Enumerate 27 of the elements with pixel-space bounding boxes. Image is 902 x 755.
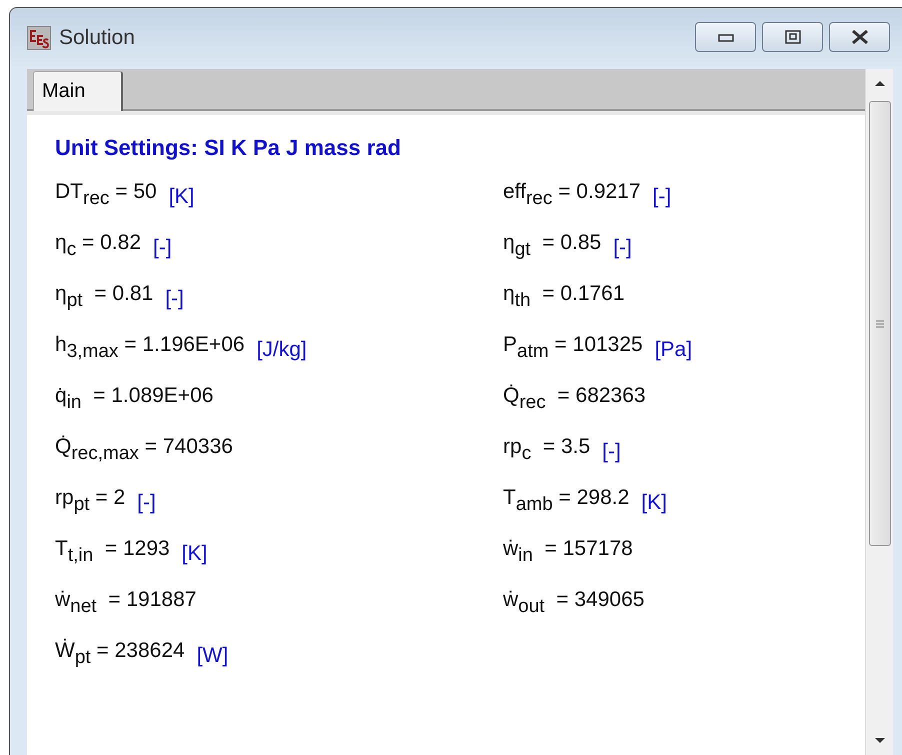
maximize-button[interactable] (762, 22, 823, 52)
grip-icon (874, 320, 884, 328)
unit-label: [K] (641, 490, 667, 514)
unit-label: [J/kg] (256, 338, 307, 362)
unit-label: [-] (137, 490, 156, 514)
tab[interactable]: Main (33, 71, 123, 111)
close-button[interactable] (829, 22, 890, 52)
unit-label: [-] (165, 286, 184, 310)
scroll-thumb[interactable] (868, 101, 890, 546)
maximize-icon (784, 30, 800, 44)
minimize-button[interactable] (695, 22, 756, 52)
scroll-up-icon[interactable] (874, 79, 886, 87)
unit-label: [-] (153, 236, 172, 260)
unit-label: [Pa] (654, 338, 692, 362)
unit-label: [-] (652, 184, 672, 208)
unit-label: [K] (168, 184, 194, 208)
unit-label: [-] (613, 236, 632, 260)
unit-label: [W] (196, 644, 228, 668)
scroll-down-icon[interactable] (874, 737, 886, 745)
window-title: Solution (59, 26, 135, 50)
close-icon (850, 30, 868, 44)
scrollbar[interactable] (865, 69, 893, 755)
unit-settings-heading: Unit Settings: SI K Pa J mass rad (55, 135, 402, 161)
minimize-icon (718, 32, 734, 42)
unit-label: [-] (602, 440, 621, 464)
app-icon (27, 26, 51, 50)
unit-label: [K] (182, 542, 208, 566)
